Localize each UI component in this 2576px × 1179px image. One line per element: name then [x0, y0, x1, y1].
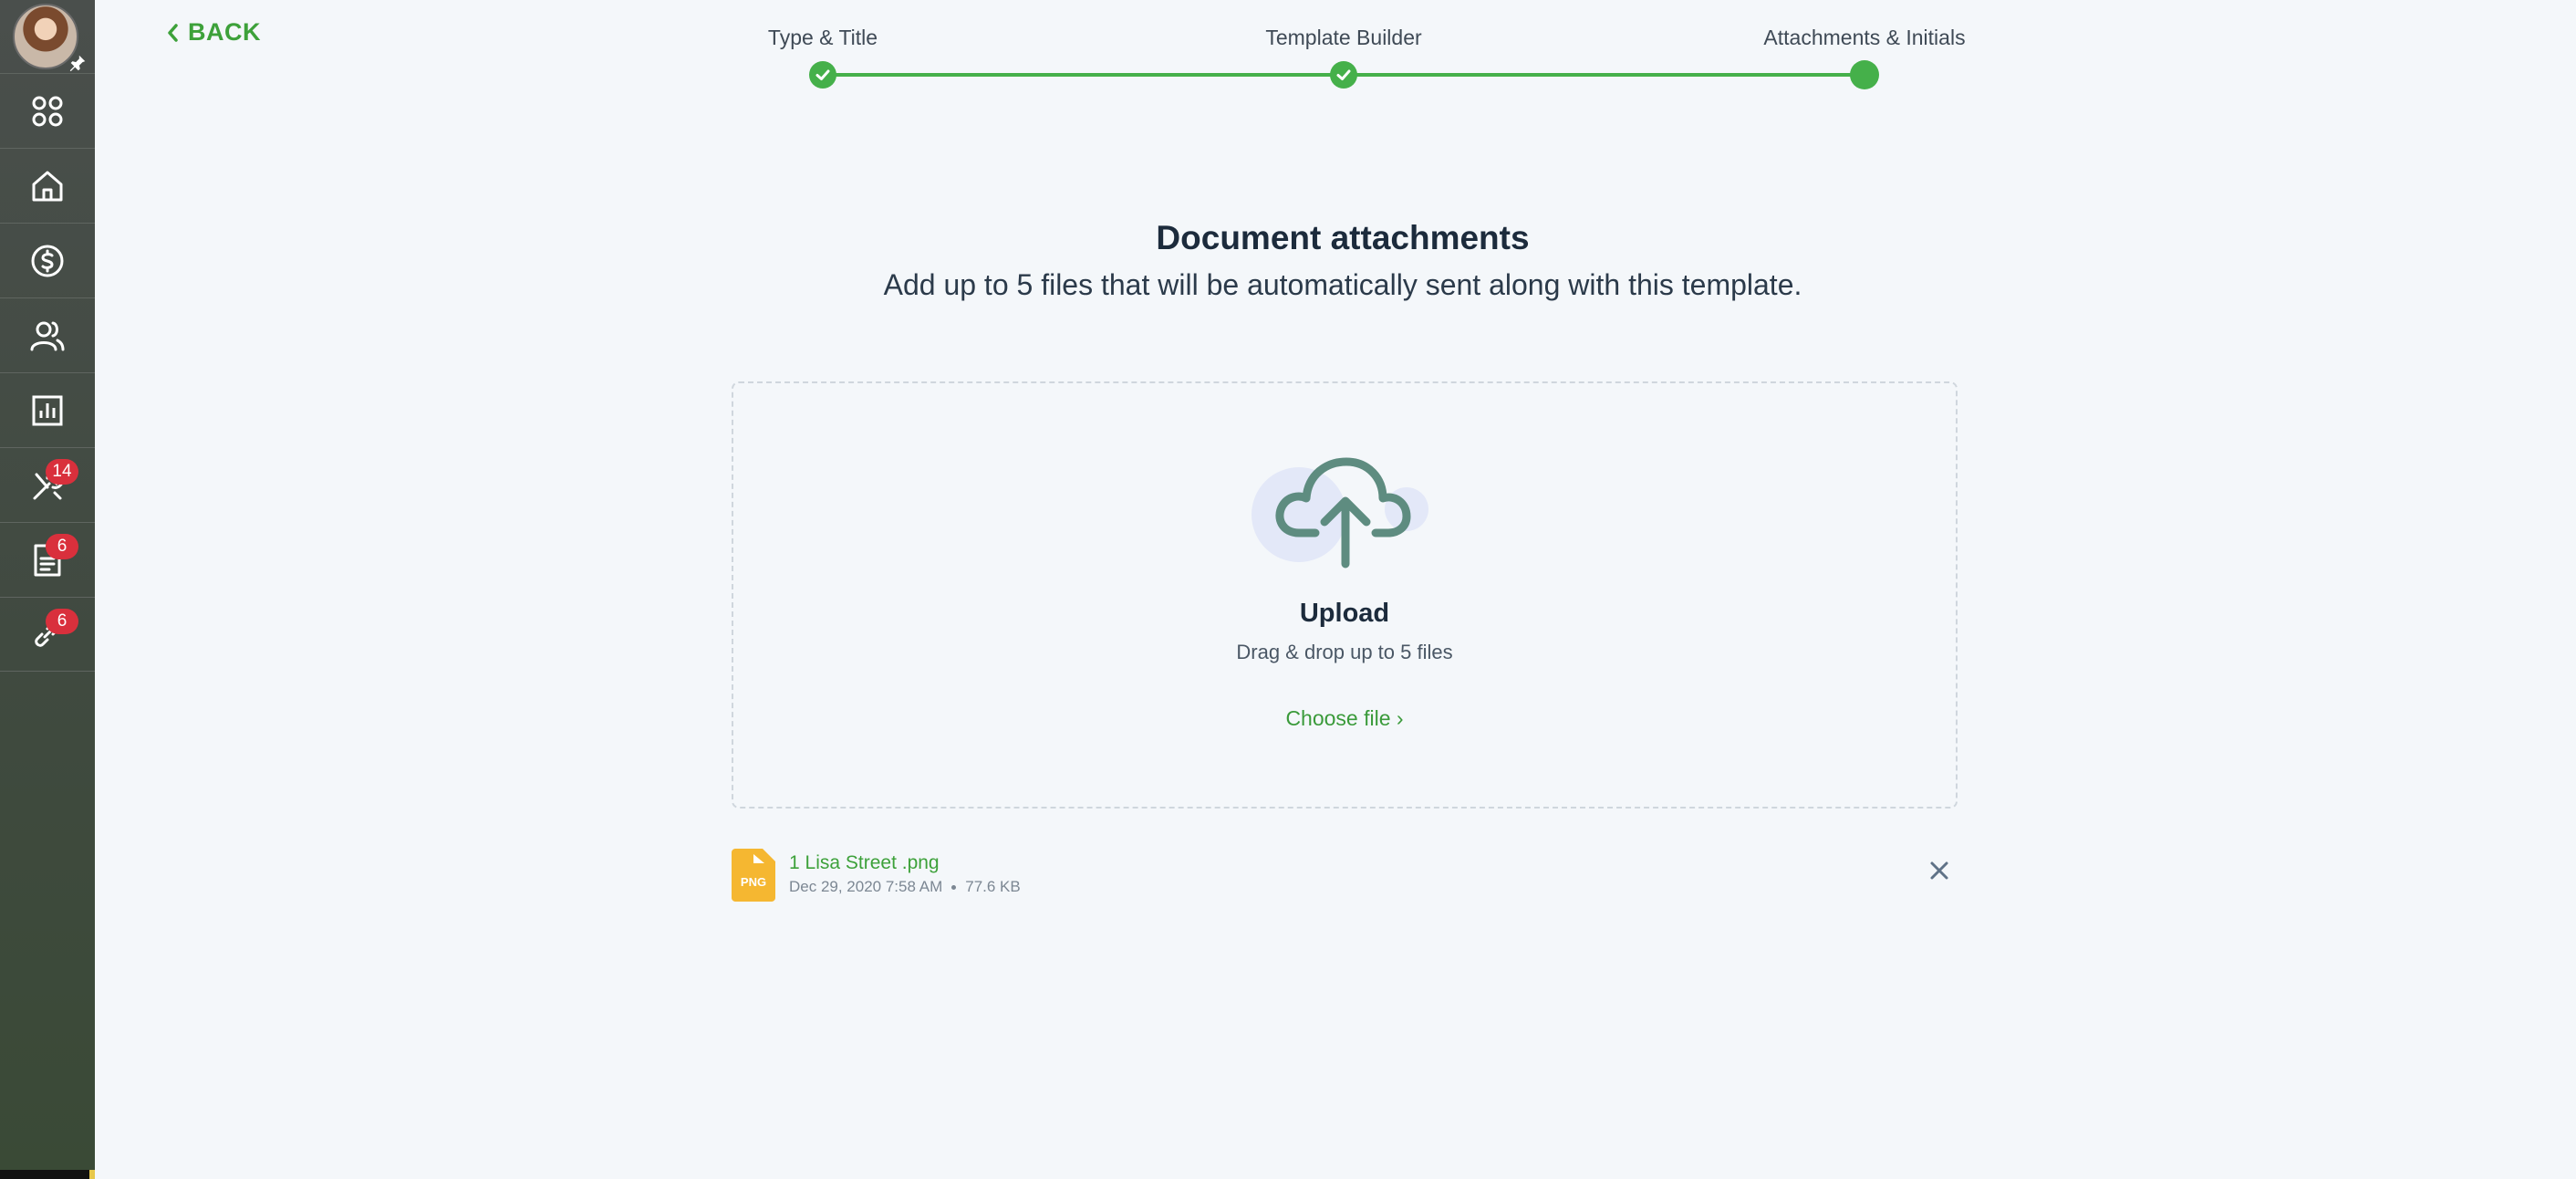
documents-badge: 6 [46, 534, 78, 559]
links-badge: 6 [46, 609, 78, 634]
page-subtitle: Add up to 5 files that will be automatic… [883, 268, 1802, 301]
attachment-size: 77.6 KB [965, 878, 1021, 895]
sidebar-item-documents[interactable]: 6 [0, 522, 95, 597]
remove-attachment-button[interactable] [1927, 858, 1952, 883]
sidebar-footer-accent [89, 1170, 95, 1179]
upload-title: Upload [1299, 599, 1390, 628]
sidebar-item-tools[interactable]: 14 [0, 447, 95, 522]
check-icon [815, 69, 830, 80]
attachment-item: PNG 1 Lisa Street .png Dec 29, 2020 7:58… [732, 849, 1958, 903]
step-current-indicator[interactable] [1850, 60, 1879, 89]
check-icon [1336, 69, 1351, 80]
pin-icon [69, 55, 86, 72]
reports-icon [32, 395, 63, 425]
apps-grid-icon [32, 96, 63, 126]
tools-badge: 14 [46, 459, 78, 485]
png-file-icon: PNG [732, 849, 775, 902]
step-label-attachments-initials: Attachments & Initials [1763, 26, 1966, 49]
sidebar: 14 6 6 [0, 0, 95, 1179]
upload-hint: Drag & drop up to 5 files [1236, 641, 1453, 663]
users-icon [30, 321, 65, 350]
step-complete-indicator[interactable] [1330, 61, 1357, 89]
separator-dot [951, 884, 957, 890]
attachment-meta: Dec 29, 2020 7:58 AM 77.6 KB [789, 878, 1021, 896]
choose-file-link[interactable]: Choose file › [733, 706, 1956, 731]
cloud-upload-icon [1252, 457, 1428, 569]
attachment-filename[interactable]: 1 Lisa Street .png [789, 852, 940, 874]
sidebar-item-contacts[interactable] [0, 297, 95, 372]
step-label-template-builder: Template Builder [1265, 26, 1422, 49]
home-icon [32, 171, 63, 201]
sidebar-footer-bar [0, 1170, 91, 1179]
back-button[interactable]: BACK [166, 18, 261, 47]
chevron-left-icon [168, 23, 178, 42]
sidebar-item-reports[interactable] [0, 372, 95, 447]
file-type-label: PNG [741, 875, 766, 889]
user-avatar[interactable] [13, 4, 86, 73]
sidebar-item-home[interactable] [0, 148, 95, 223]
upload-dropzone[interactable]: Upload Drag & drop up to 5 files Choose … [732, 381, 1958, 809]
attachment-date: Dec 29, 2020 7:58 AM [789, 878, 943, 895]
back-label: BACK [188, 18, 261, 46]
sidebar-item-apps[interactable] [0, 73, 95, 148]
sidebar-item-links[interactable]: 6 [0, 597, 95, 672]
step-complete-indicator[interactable] [809, 61, 836, 89]
page-title: Document attachments [1156, 219, 1530, 256]
step-label-type-title: Type & Title [767, 26, 878, 49]
